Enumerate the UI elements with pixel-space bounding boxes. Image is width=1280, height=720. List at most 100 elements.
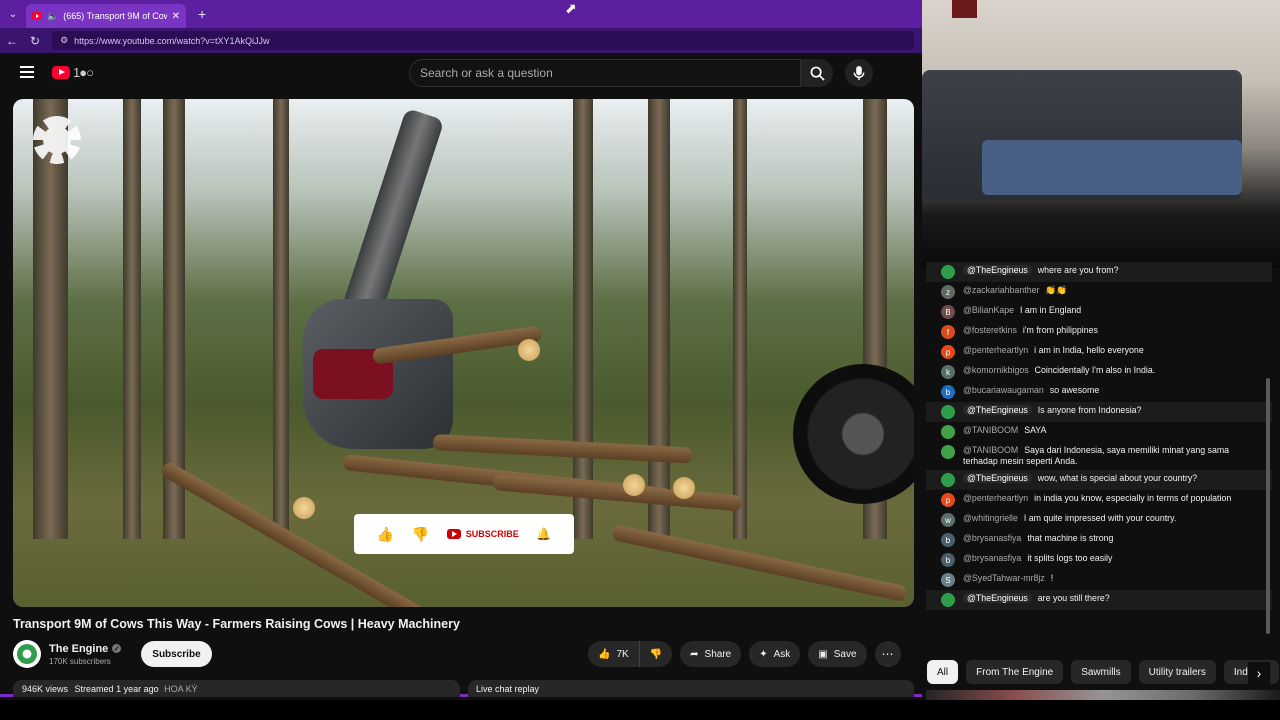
chevron-right-icon[interactable]: › — [1248, 662, 1270, 684]
search-icon — [810, 66, 825, 81]
tree-trunk — [648, 99, 670, 539]
chat-avatar[interactable]: S — [941, 573, 955, 587]
log-end — [673, 477, 695, 499]
chat-avatar[interactable] — [941, 405, 955, 419]
url-field[interactable]: ⚙ https://www.youtube.com/watch?v=tXY1Ak… — [52, 31, 914, 50]
video-description-box[interactable]: 946K views Streamed 1 year ago HOA KỲ — [13, 680, 460, 697]
browser-window: ⌄ 🔈 (665) Transport 9M of Cows Th ✕ + ← … — [0, 0, 922, 697]
chat-message-body: @brysanasfiya that machine is strong — [963, 533, 1113, 544]
voice-search-button[interactable] — [845, 59, 873, 87]
search-input[interactable]: Search or ask a question — [409, 59, 801, 87]
lamp — [952, 0, 977, 18]
chat-author[interactable]: @TANIBOOM — [963, 425, 1018, 435]
chat-author[interactable]: @TheEngineus — [963, 405, 1032, 415]
close-tab-icon[interactable]: ✕ — [172, 11, 180, 22]
chat-author[interactable]: @TheEngineus — [963, 593, 1032, 603]
filter-chip[interactable]: Sawmills — [1071, 660, 1131, 684]
youtube-favicon-icon — [32, 12, 42, 20]
chat-avatar[interactable]: f — [941, 325, 955, 339]
save-label: Save — [833, 648, 857, 660]
view-count: 946K views — [22, 684, 69, 694]
like-dislike-group: 👍 7K 👎 — [588, 641, 673, 667]
youtube-logo[interactable]: 1●○ — [52, 65, 94, 80]
chat-text: I am quite impressed with your country. — [1023, 513, 1177, 523]
log-end — [293, 497, 315, 519]
more-actions-icon[interactable]: ⋯ — [874, 641, 901, 667]
menu-icon[interactable] — [20, 66, 34, 78]
chat-message-body: @bucariawaugaman so awesome — [963, 385, 1099, 396]
chat-author[interactable]: @SyedTahwar-mr8jz — [963, 573, 1045, 583]
chat-avatar[interactable]: w — [941, 513, 955, 527]
chat-message-body: @zackariahbanther 👏👏 — [963, 285, 1067, 296]
chat-avatar[interactable] — [941, 425, 955, 439]
chat-scrollbar[interactable] — [1266, 378, 1270, 634]
thumbs-up-icon: 👍 — [376, 525, 395, 542]
speaker-icon[interactable]: 🔈 — [47, 11, 58, 22]
bell-icon: 🔔 — [536, 527, 552, 541]
chat-author[interactable]: @komornikbigos — [963, 365, 1029, 375]
filter-chip[interactable]: From The Engine — [966, 660, 1064, 684]
chat-author[interactable]: @BilianKape — [963, 305, 1014, 315]
related-video-thumbnail[interactable] — [926, 690, 1280, 700]
chat-author[interactable]: @zackariahbanther — [963, 285, 1039, 295]
filter-chip[interactable]: All — [927, 660, 959, 684]
back-arrow-icon[interactable]: ← — [6, 34, 18, 48]
chat-avatar[interactable]: p — [941, 493, 955, 507]
site-info-icon[interactable]: ⚙ — [60, 35, 68, 46]
chat-avatar[interactable] — [941, 473, 955, 487]
youtube-logo-icon — [446, 529, 461, 539]
channel-avatar[interactable] — [13, 640, 41, 668]
machine-tire — [793, 364, 914, 504]
chat-avatar[interactable]: b — [941, 385, 955, 399]
chat-avatar[interactable]: b — [941, 553, 955, 567]
live-chat-panel[interactable]: @TheEngineus where are you from? z @zackari… — [926, 262, 1272, 648]
chat-avatar[interactable]: B — [941, 305, 955, 319]
chat-author[interactable]: @penterheartlyn — [963, 345, 1028, 355]
chat-avatar[interactable] — [941, 265, 955, 279]
chat-text: in india you know, especially in terms o… — [1034, 493, 1232, 503]
thumbs-down-icon: 👎 — [411, 525, 430, 542]
dislike-button[interactable]: 👎 — [638, 641, 672, 667]
chat-author[interactable]: @TANIBOOM — [963, 445, 1018, 455]
subscribe-button[interactable]: Subscribe — [141, 641, 212, 667]
tree-trunk — [573, 99, 593, 539]
chat-avatar[interactable]: z — [941, 285, 955, 299]
reload-icon[interactable]: ↻ — [30, 34, 40, 48]
save-button[interactable]: ▣ Save — [808, 641, 867, 667]
chat-author[interactable]: @penterheartlyn — [963, 493, 1028, 503]
video-player[interactable]: 👍 👎 SUBSCRIBE 🔔 — [13, 99, 914, 607]
chat-text: i am in India, hello everyone — [1034, 345, 1144, 355]
channel-watermark-icon[interactable] — [33, 116, 81, 164]
share-button[interactable]: ➦ Share — [680, 641, 742, 667]
new-tab-button[interactable]: + — [198, 6, 206, 22]
chat-author[interactable]: @bucariawaugaman — [963, 385, 1044, 395]
chat-avatar[interactable]: b — [941, 533, 955, 547]
chat-avatar[interactable] — [941, 445, 955, 459]
chat-message: f @fosteretkins i'm from philippines — [926, 322, 1272, 342]
chat-text: SAYA — [1024, 425, 1047, 435]
search-button[interactable] — [801, 59, 833, 87]
chat-avatar[interactable]: k — [941, 365, 955, 379]
chat-text: I am in England — [1020, 305, 1082, 315]
log — [492, 474, 743, 512]
chat-avatar[interactable]: p — [941, 345, 955, 359]
live-chat-replay-header[interactable]: Live chat replay — [468, 680, 914, 697]
channel-name[interactable]: The Engine — [49, 643, 108, 655]
chat-author[interactable]: @brysanasfiya — [963, 533, 1021, 543]
chat-text: are you still there? — [1037, 593, 1110, 603]
tab-list-chevron-icon[interactable]: ⌄ — [0, 0, 26, 28]
chat-author[interactable]: @fosteretkins — [963, 325, 1017, 335]
like-button[interactable]: 👍 7K — [588, 641, 639, 667]
chat-author[interactable]: @whitingrielle — [963, 513, 1018, 523]
video-title: Transport 9M of Cows This Way - Farmers … — [13, 617, 460, 631]
chat-avatar[interactable] — [941, 593, 955, 607]
ask-button[interactable]: ✦ Ask — [749, 641, 801, 667]
sparkle-icon: ✦ — [759, 648, 768, 660]
chat-author[interactable]: @TheEngineus — [963, 265, 1032, 275]
chat-message-body: @TheEngineus where are you from? — [963, 265, 1118, 276]
filter-chip[interactable]: Utility trailers — [1138, 660, 1216, 684]
chat-author[interactable]: @brysanasfiya — [963, 553, 1021, 563]
chat-author[interactable]: @TheEngineus — [963, 473, 1032, 483]
browser-tab[interactable]: 🔈 (665) Transport 9M of Cows Th ✕ — [26, 4, 186, 28]
chat-message-body: @SyedTahwar-mr8jz! — [963, 573, 1053, 584]
